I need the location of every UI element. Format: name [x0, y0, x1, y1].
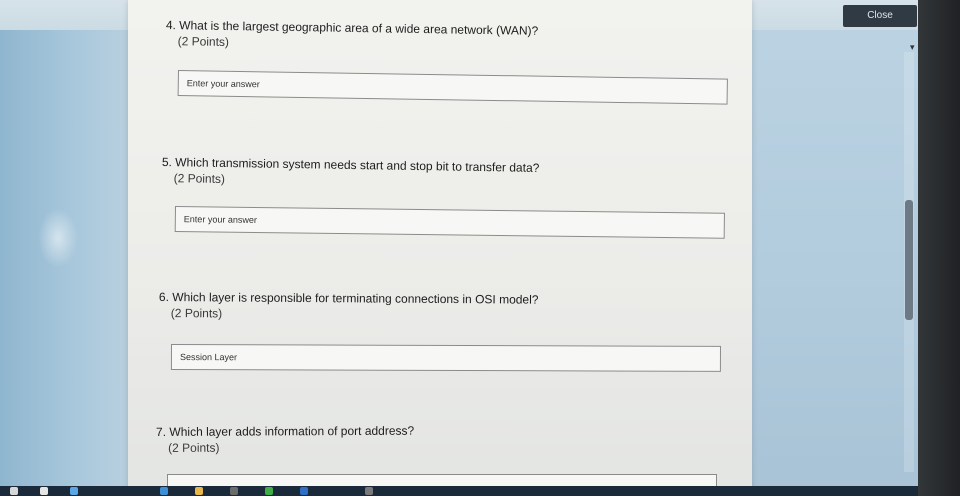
windows-start-icon[interactable] — [10, 487, 18, 495]
answer-input-6[interactable] — [170, 344, 721, 372]
task-view-icon[interactable] — [70, 487, 78, 495]
question-5: 5. Which transmission system needs start… — [162, 155, 540, 191]
question-points: (2 Points) — [168, 440, 220, 455]
store-icon[interactable] — [230, 487, 238, 495]
chrome-icon[interactable] — [265, 487, 273, 495]
app-icon[interactable] — [365, 487, 373, 495]
edge-icon[interactable] — [160, 487, 168, 495]
close-button[interactable]: Close — [843, 5, 917, 27]
question-7: 7. Which layer adds information of port … — [156, 424, 414, 455]
question-title: 7. Which layer adds information of port … — [156, 423, 415, 439]
folder-icon[interactable] — [195, 487, 203, 495]
question-points: (2 Points) — [170, 306, 223, 321]
screen-glare — [38, 208, 78, 268]
question-title: 6. Which layer is responsible for termin… — [158, 290, 539, 307]
taskbar — [0, 486, 918, 496]
search-icon[interactable] — [40, 487, 48, 495]
monitor-bezel — [918, 0, 960, 496]
question-4: 4. What is the largest geographic area o… — [166, 18, 539, 54]
scrollbar-thumb[interactable] — [905, 200, 913, 320]
word-icon[interactable] — [300, 487, 308, 495]
question-6: 6. Which layer is responsible for termin… — [159, 290, 539, 323]
